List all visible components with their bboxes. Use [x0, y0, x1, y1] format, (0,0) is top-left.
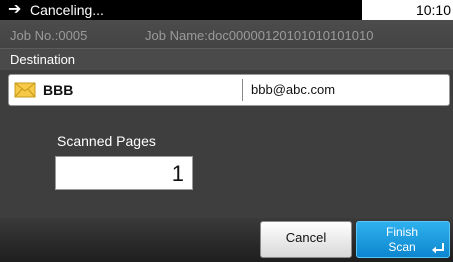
column-divider — [242, 79, 243, 101]
mail-icon — [14, 82, 36, 98]
job-name: Job Name:doc00000120101010101010 — [145, 28, 374, 43]
status-text: Canceling... — [30, 2, 104, 18]
scanned-pages-display: 1 — [55, 156, 193, 190]
clock-area: 10:10 — [362, 0, 453, 20]
scanned-pages-value: 1 — [171, 161, 184, 186]
main-panel: Destination BBB bbb@abc.com Scanned Page… — [0, 48, 453, 218]
scanned-pages-label: Scanned Pages — [57, 133, 156, 149]
clock: 10:10 — [415, 2, 451, 18]
finish-button-label-line1: Finish — [385, 225, 418, 239]
destination-email: bbb@abc.com — [251, 82, 336, 97]
destination-header: Destination — [0, 48, 453, 70]
job-number: Job No.:0005 — [10, 28, 88, 43]
destination-label: Destination — [10, 52, 76, 67]
bottom-bar: Cancel Finish Scan — [0, 218, 453, 262]
enter-icon — [432, 243, 444, 254]
status-bar: ➔ Canceling... 10:10 — [0, 0, 453, 20]
cancel-button-label: Cancel — [285, 230, 327, 245]
destination-row[interactable]: BBB bbb@abc.com — [8, 74, 450, 106]
destination-name: BBB — [43, 82, 74, 98]
right-arrow-icon: ➔ — [8, 1, 22, 18]
finish-scan-button[interactable]: Finish Scan — [356, 221, 450, 258]
cancel-button[interactable]: Cancel — [260, 221, 352, 258]
scan-sending-screen: ➔ Canceling... 10:10 Job No.:0005 Job Na… — [0, 0, 453, 262]
job-info-bar: Job No.:0005 Job Name:doc000001201010101… — [0, 20, 453, 48]
